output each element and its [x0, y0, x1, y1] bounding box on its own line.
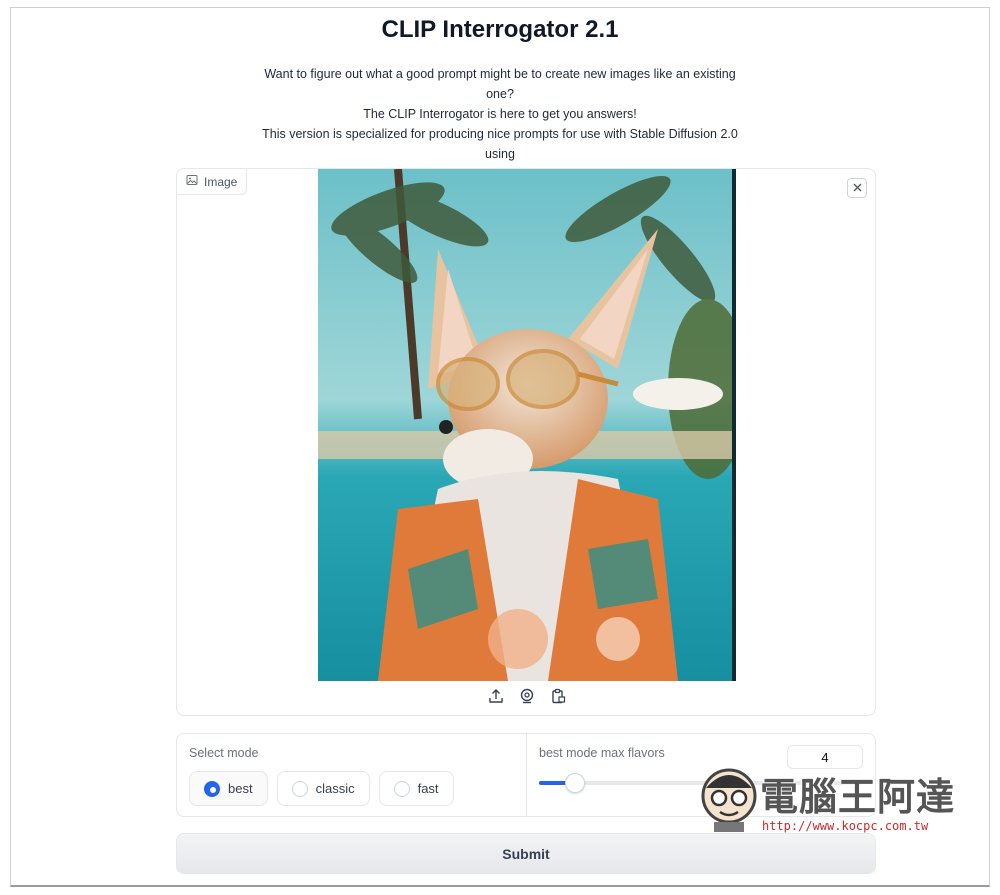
mode-option-label: fast: [417, 781, 439, 796]
watermark-url: http://www.kocpc.com.tw: [762, 819, 929, 833]
mode-selector: Select mode best classic fast: [177, 734, 527, 816]
page-description: Want to figure out what a good prompt mi…: [250, 64, 750, 184]
mode-option-fast[interactable]: fast: [378, 771, 454, 806]
description-line: The CLIP Interrogator is here to get you…: [363, 107, 637, 121]
submit-button[interactable]: Submit: [176, 833, 876, 874]
page-title: CLIP Interrogator 2.1: [381, 16, 619, 43]
clipboard-icon[interactable]: [549, 687, 567, 705]
image-icon: [186, 174, 198, 189]
slider-thumb[interactable]: [564, 773, 585, 793]
image-input[interactable]: Image: [176, 168, 876, 716]
close-icon: [853, 179, 862, 197]
mode-option-classic[interactable]: classic: [276, 771, 370, 806]
max-flavors-label: best mode max flavors: [539, 746, 665, 760]
mode-label: Select mode: [189, 746, 259, 760]
upload-icon[interactable]: [487, 687, 505, 705]
mode-option-label: classic: [315, 781, 355, 796]
image-label-text: Image: [204, 174, 238, 189]
description-line: Want to figure out what a good prompt mi…: [264, 67, 736, 101]
uploaded-image-preview: [318, 169, 736, 681]
mode-option-best[interactable]: best: [189, 771, 268, 806]
description-line: This version is specialized for producin…: [262, 127, 738, 161]
mascot-icon: [701, 768, 757, 832]
webcam-icon[interactable]: [518, 687, 536, 705]
watermark-text: 電腦王阿達: [760, 775, 956, 819]
radio-unchecked-icon: [393, 780, 410, 797]
image-source-toolbar: [487, 686, 567, 706]
image-label: Image: [177, 169, 248, 195]
clear-image-button[interactable]: [847, 178, 867, 198]
mode-option-label: best: [228, 781, 253, 796]
radio-checked-icon: [204, 780, 220, 797]
watermark-logo: 電腦王阿達 http://www.kocpc.com.tw: [696, 762, 966, 834]
mode-radio-group: best classic fast: [189, 771, 454, 806]
radio-unchecked-icon: [291, 780, 308, 797]
